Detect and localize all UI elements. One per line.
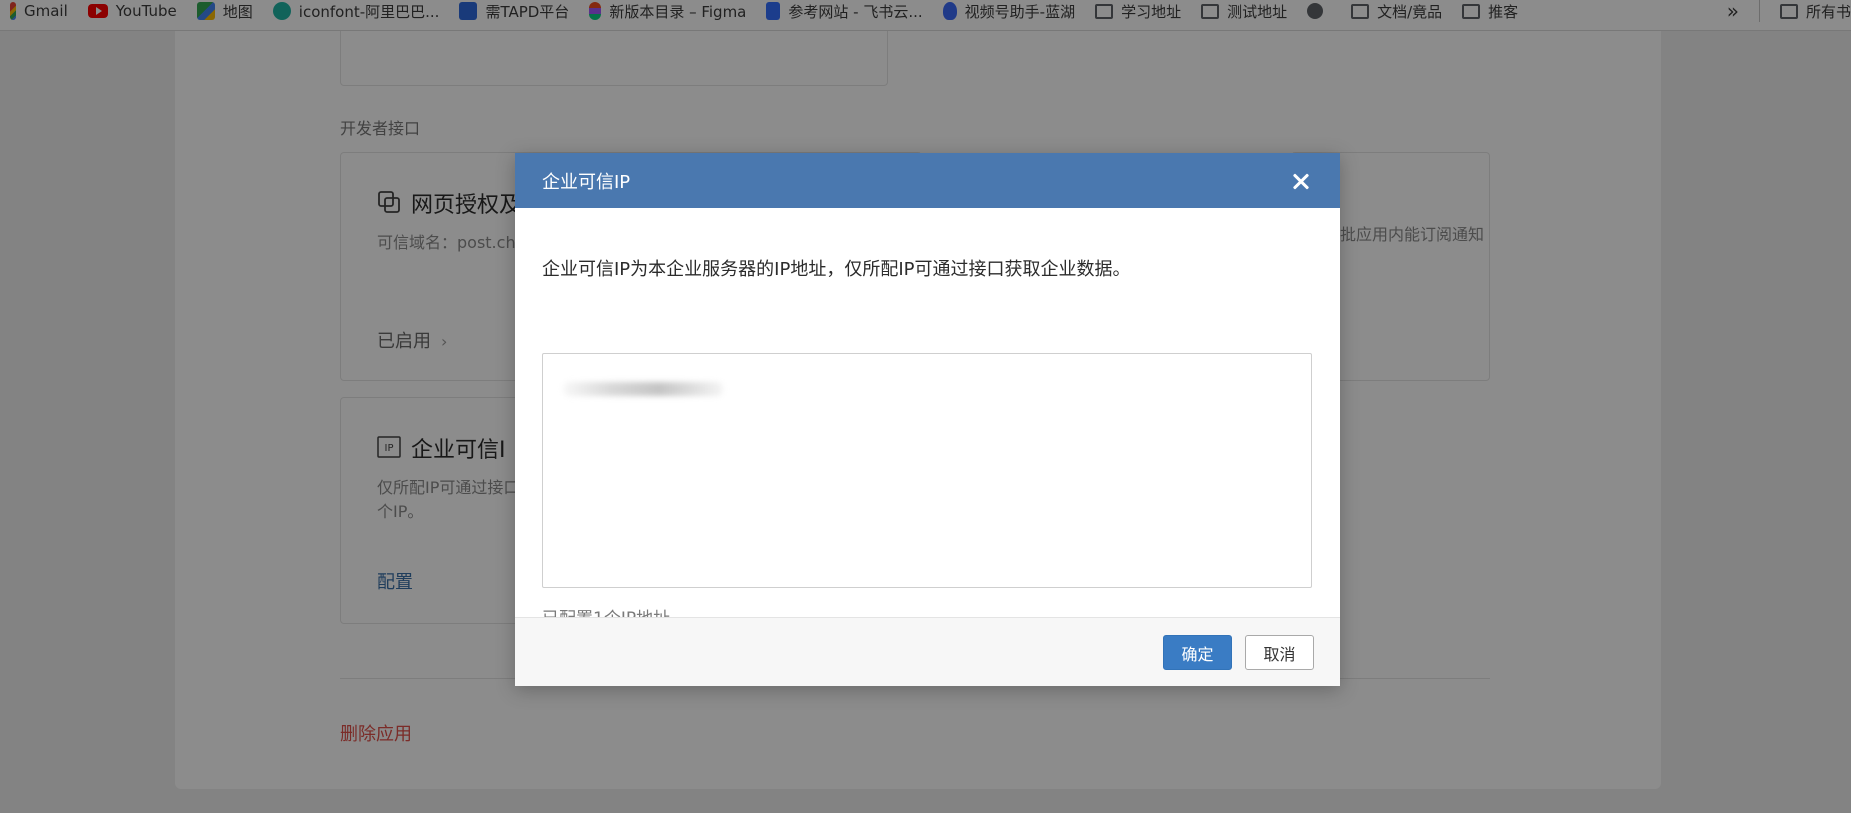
trusted-ip-dialog: 企业可信IP 企业可信IP为本企业服务器的IP地址，仅所配IP可通过接口获取企业…: [515, 153, 1340, 686]
redacted-ip-address: [563, 382, 723, 396]
dialog-description: 企业可信IP为本企业服务器的IP地址，仅所配IP可通过接口获取企业数据。: [542, 259, 1131, 280]
dialog-header: 企业可信IP: [515, 153, 1340, 208]
cancel-button[interactable]: 取消: [1245, 635, 1314, 670]
dialog-body: 企业可信IP为本企业服务器的IP地址，仅所配IP可通过接口获取企业数据。 已配置…: [515, 208, 1340, 629]
dialog-title: 企业可信IP: [542, 171, 631, 193]
confirm-button[interactable]: 确定: [1163, 635, 1232, 670]
dialog-footer: 确定 取消: [515, 617, 1340, 686]
ip-list-textarea[interactable]: [542, 353, 1312, 588]
close-icon[interactable]: [1287, 167, 1315, 195]
